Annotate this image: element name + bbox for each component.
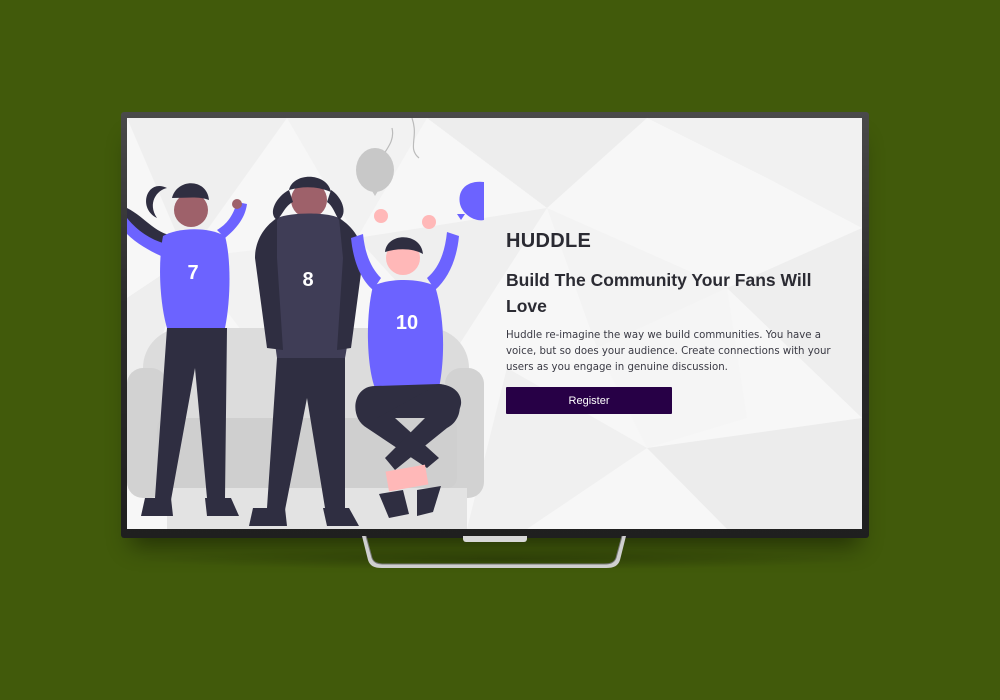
tv-stand xyxy=(362,536,626,568)
jersey-number-8: 8 xyxy=(302,269,313,291)
hero-content: HUDDLE Build The Community Your Fans Wil… xyxy=(506,230,846,414)
jersey-number-10: 10 xyxy=(396,312,418,334)
jersey-number-7: 7 xyxy=(187,262,198,284)
fans-illustration: 7 8 10 xyxy=(127,118,484,529)
hero-headline: Build The Community Your Fans Will Love xyxy=(506,270,812,316)
hero-description: Huddle re-imagine the way we build commu… xyxy=(506,330,831,373)
tv-screen: 7 8 10 HUDDLE Build The Community Your F… xyxy=(127,118,862,529)
brand-logo: HUDDLE xyxy=(506,230,592,252)
tv-frame: 7 8 10 HUDDLE Build The Community Your F… xyxy=(121,112,869,538)
register-button[interactable]: Register xyxy=(506,387,672,414)
